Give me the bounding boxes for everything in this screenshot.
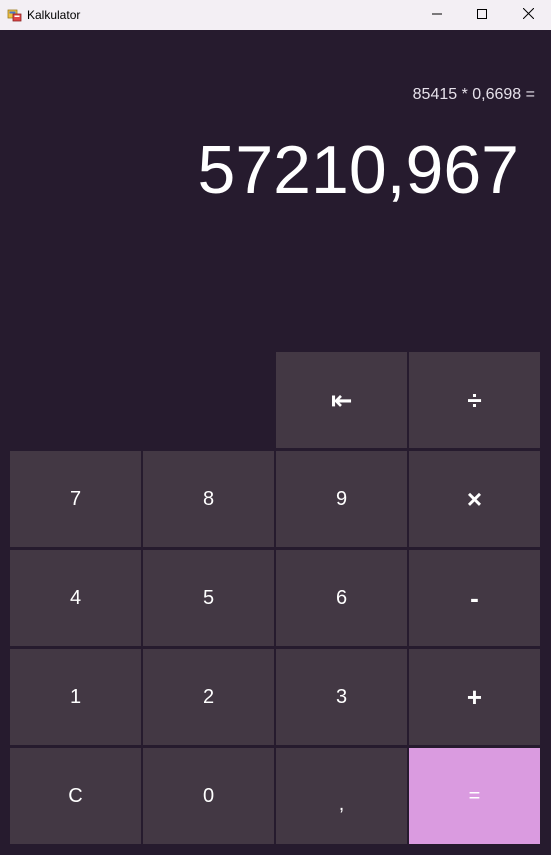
result-display: 57210,967 bbox=[197, 132, 519, 208]
divide-button[interactable]: ÷ bbox=[409, 352, 540, 448]
window-title: Kalkulator bbox=[27, 8, 81, 22]
calculator-app-icon bbox=[7, 7, 23, 23]
digit-3-button[interactable]: 3 bbox=[276, 649, 407, 745]
calculator-window: Kalkulator 85415 * 0,6698 = 57210,967 ⇤ … bbox=[0, 0, 551, 855]
multiply-label: × bbox=[466, 483, 483, 514]
digit-1-label: 1 bbox=[69, 685, 82, 708]
divide-label: ÷ bbox=[467, 384, 482, 415]
maximize-button[interactable] bbox=[459, 0, 505, 30]
plus-label: + bbox=[466, 681, 483, 712]
comma-button[interactable]: , bbox=[276, 748, 407, 844]
clear-button[interactable]: C bbox=[10, 748, 141, 844]
equals-button[interactable]: = bbox=[409, 748, 540, 844]
digit-8-label: 8 bbox=[202, 487, 215, 510]
comma-label: , bbox=[338, 792, 345, 815]
backspace-icon: ⇤ bbox=[330, 384, 353, 415]
digit-7-button[interactable]: 7 bbox=[10, 451, 141, 547]
minimize-button[interactable] bbox=[414, 0, 460, 30]
multiply-button[interactable]: × bbox=[409, 451, 540, 547]
digit-0-label: 0 bbox=[202, 784, 215, 807]
digit-9-button[interactable]: 9 bbox=[276, 451, 407, 547]
minus-button[interactable]: - bbox=[409, 550, 540, 646]
digit-5-button[interactable]: 5 bbox=[143, 550, 274, 646]
minus-label: - bbox=[470, 582, 479, 613]
expression-display: 85415 * 0,6698 = bbox=[412, 86, 535, 103]
digit-0-button[interactable]: 0 bbox=[143, 748, 274, 844]
digit-4-button[interactable]: 4 bbox=[10, 550, 141, 646]
maximize-icon bbox=[477, 6, 487, 24]
digit-3-label: 3 bbox=[335, 685, 348, 708]
digit-4-label: 4 bbox=[69, 586, 82, 609]
digit-8-button[interactable]: 8 bbox=[143, 451, 274, 547]
digit-7-label: 7 bbox=[69, 487, 82, 510]
digit-9-label: 9 bbox=[335, 487, 348, 510]
plus-button[interactable]: + bbox=[409, 649, 540, 745]
equals-label: = bbox=[468, 784, 481, 807]
digit-2-button[interactable]: 2 bbox=[143, 649, 274, 745]
digit-2-label: 2 bbox=[202, 685, 215, 708]
clear-label: C bbox=[68, 784, 83, 807]
minimize-icon bbox=[432, 6, 442, 24]
title-bar: Kalkulator bbox=[0, 0, 551, 30]
digit-5-label: 5 bbox=[202, 586, 215, 609]
digit-6-button[interactable]: 6 bbox=[276, 550, 407, 646]
close-button[interactable] bbox=[505, 0, 551, 30]
digit-6-label: 6 bbox=[335, 586, 348, 609]
backspace-button[interactable]: ⇤ bbox=[276, 352, 407, 448]
close-icon bbox=[522, 6, 534, 24]
digit-1-button[interactable]: 1 bbox=[10, 649, 141, 745]
